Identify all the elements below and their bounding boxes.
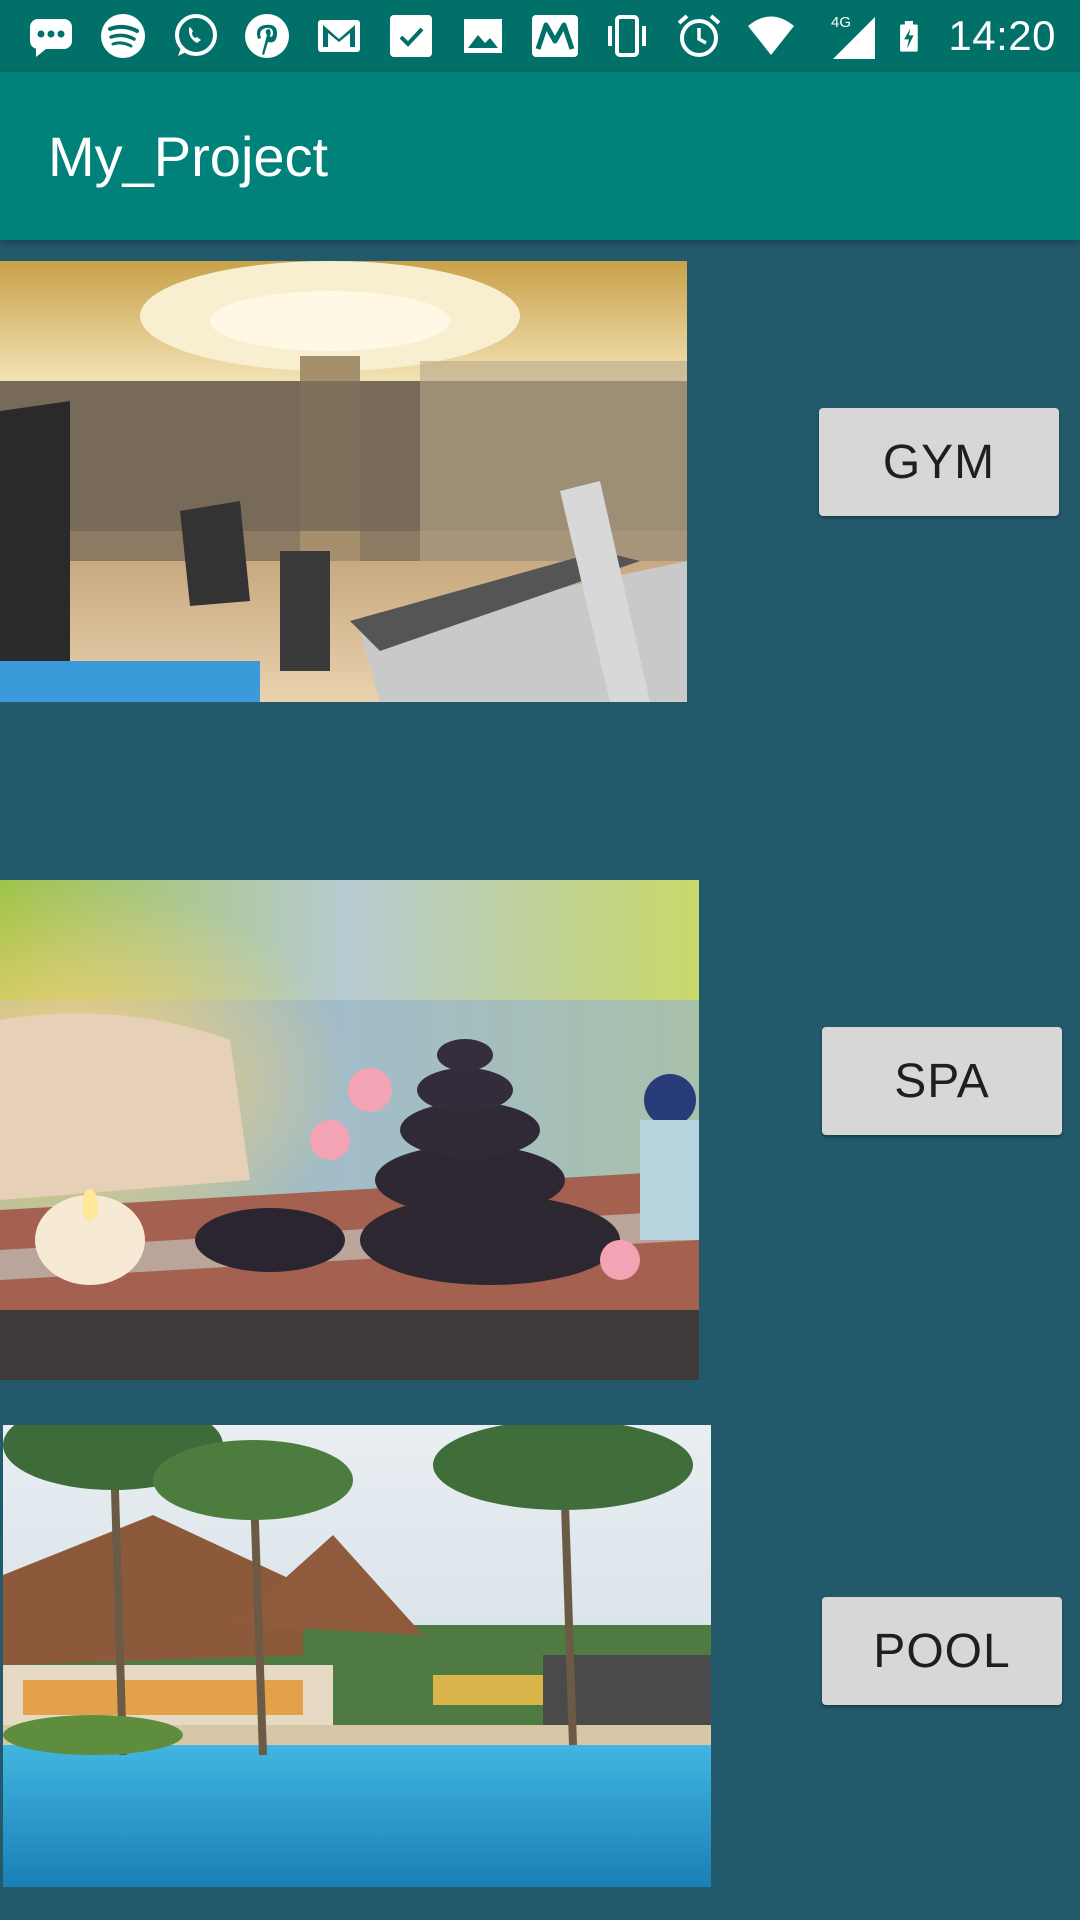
status-bar: 4G 14:20: [0, 0, 1080, 72]
app-bar: My_Project: [0, 72, 1080, 240]
whatsapp-icon: [175, 14, 217, 56]
gym-button[interactable]: GYM: [819, 408, 1059, 516]
spa-photo: [0, 880, 699, 1380]
tasks-icon: [390, 15, 432, 57]
cellular-signal-icon: 4G: [831, 14, 876, 59]
vibrate-icon: [608, 15, 646, 57]
network-type: 4G: [831, 14, 851, 31]
gallery-icon: [464, 19, 502, 53]
clock: 14:20: [948, 12, 1056, 59]
gmail-icon: [318, 20, 360, 52]
gym-photo: [0, 261, 687, 702]
system-status: 4G 14:20: [826, 10, 1056, 62]
pool-button[interactable]: POOL: [822, 1597, 1062, 1705]
pinterest-icon: [245, 14, 289, 58]
spotify-icon: [101, 14, 145, 58]
alarm-icon: [677, 14, 721, 57]
spa-button[interactable]: SPA: [822, 1027, 1062, 1135]
messages-icon: [30, 19, 72, 57]
page-title: My_Project: [48, 125, 329, 188]
wifi-icon: [748, 16, 794, 55]
moto-icon: [532, 15, 578, 57]
notification-icons: [26, 10, 796, 62]
battery-charging-icon: [900, 21, 919, 52]
pool-photo: [3, 1425, 711, 1887]
